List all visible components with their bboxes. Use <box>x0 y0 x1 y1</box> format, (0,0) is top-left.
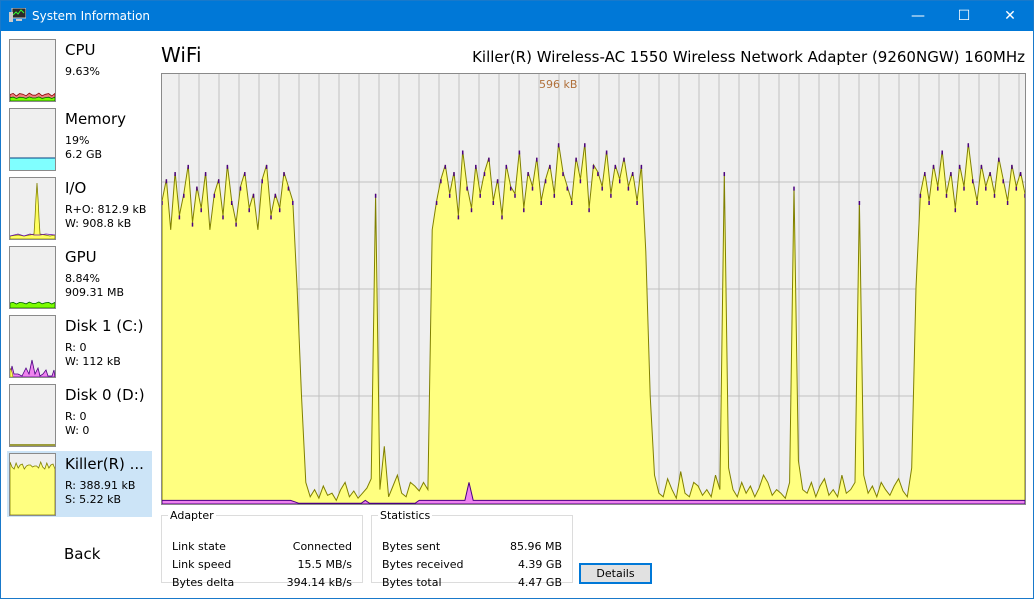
series-received-area <box>162 143 1025 504</box>
statistics-value: 4.47 GB <box>517 576 562 589</box>
sidebar-item-name: GPU <box>65 248 97 266</box>
chart-max-label: 596 kB <box>539 78 578 91</box>
statistics-row: Bytes sent 85.96 MB <box>382 540 562 556</box>
sidebar-item-io[interactable]: I/O R+O: 812.9 kB W: 908.8 kB <box>7 175 152 241</box>
adapter-value: Connected <box>292 540 352 553</box>
sidebar-item-stat1: R+O: 812.9 kB <box>65 203 147 216</box>
statistics-row: Bytes total 4.47 GB <box>382 576 562 592</box>
wifi-throughput-chart: 596 kB <box>161 73 1026 505</box>
adapter-key: Link speed <box>172 558 232 571</box>
sidebar-item-name: Disk 1 (C:) <box>65 317 144 335</box>
sidebar-item-stat2: W: 0 <box>65 424 90 437</box>
sidebar-item-stat2: W: 908.8 kB <box>65 217 132 230</box>
statistics-row: Bytes received 4.39 GB <box>382 558 562 574</box>
adapter-row: Link speed 15.5 MB/s <box>172 558 352 574</box>
statistics-value: 85.96 MB <box>509 540 562 553</box>
sidebar-item-name: Memory <box>65 110 127 128</box>
window-title: System Information <box>32 9 151 23</box>
adapter-value: 15.5 MB/s <box>297 558 352 571</box>
page-title: WiFi <box>161 43 202 67</box>
sidebar-item-stat2: 6.2 GB <box>65 148 103 161</box>
adapter-legend: Adapter <box>170 509 214 522</box>
adapter-group: Adapter Link state Connected Link speed 15… <box>161 509 363 589</box>
sidebar-item-stat1: R: 388.91 kB <box>65 479 136 492</box>
sidebar-item-stat1: 19% <box>65 134 90 147</box>
sidebar-item-stat2: W: 112 kB <box>65 355 121 368</box>
sidebar-item-stat2: 909.31 MB <box>65 286 125 299</box>
adapter-value: 394.14 kB/s <box>286 576 352 589</box>
adapter-key: Bytes delta <box>172 576 235 589</box>
sidebar-item-name: I/O <box>65 179 87 197</box>
statistics-key: Bytes received <box>382 558 464 571</box>
sidebar-item-memory[interactable]: Memory 19% 6.2 GB <box>7 106 152 172</box>
maximize-button[interactable]: ☐ <box>941 1 987 31</box>
io-thumbnail-graph <box>9 177 56 240</box>
cpu-thumbnail-graph <box>9 39 56 102</box>
statistics-legend: Statistics <box>380 509 431 522</box>
sidebar-item-stat1: R: 0 <box>65 410 87 423</box>
sidebar-item-name: Disk 0 (D:) <box>65 386 145 404</box>
adapter-key: Link state <box>172 540 226 553</box>
title-bar: System Information — ☐ ✕ <box>1 1 1033 31</box>
gpu-thumbnail-graph <box>9 246 56 309</box>
sidebar-item-wifi[interactable]: Killer(R) ... R: 388.91 kB S: 5.22 kB <box>7 451 152 517</box>
statistics-key: Bytes total <box>382 576 442 589</box>
close-icon: ✕ <box>1004 8 1016 24</box>
sidebar-item-name: Killer(R) ... <box>65 455 144 473</box>
sidebar-item-disk0[interactable]: Disk 0 (D:) R: 0 W: 0 <box>7 382 152 448</box>
close-button[interactable]: ✕ <box>987 1 1033 31</box>
wifi-thumbnail-graph <box>9 453 56 516</box>
adapter-row: Bytes delta 394.14 kB/s <box>172 576 352 592</box>
minimize-button[interactable]: — <box>895 1 941 31</box>
system-information-window: System Information — ☐ ✕ CPU 9.63% Memory 1… <box>0 0 1034 599</box>
statistics-group: Statistics Bytes sent 85.96 MB Bytes rece… <box>371 509 573 589</box>
minimize-icon: — <box>911 8 925 24</box>
sidebar-item-disk1[interactable]: Disk 1 (C:) R: 0 W: 112 kB <box>7 313 152 379</box>
memory-thumbnail-graph <box>9 108 56 171</box>
chart-plot <box>162 74 1025 504</box>
sidebar-item-stat1: R: 0 <box>65 341 87 354</box>
disk1-thumbnail-graph <box>9 315 56 378</box>
sidebar-item-gpu[interactable]: GPU 8.84% 909.31 MB <box>7 244 152 310</box>
sidebar-item-name: CPU <box>65 41 96 59</box>
disk0-thumbnail-graph <box>9 384 56 447</box>
sidebar-item-stat2: S: 5.22 kB <box>65 493 122 506</box>
maximize-icon: ☐ <box>957 8 971 24</box>
details-button[interactable]: Details <box>579 563 652 584</box>
statistics-key: Bytes sent <box>382 540 441 553</box>
system-monitor-icon <box>9 8 26 22</box>
back-button[interactable]: Back <box>64 545 100 563</box>
sidebar-item-stat1: 8.84% <box>65 272 100 285</box>
adapter-row: Link state Connected <box>172 540 352 556</box>
sidebar-item-cpu[interactable]: CPU 9.63% <box>7 37 152 103</box>
sidebar-item-stat1: 9.63% <box>65 65 100 78</box>
adapter-name: Killer(R) Wireless-AC 1550 Wireless Netw… <box>472 48 1025 66</box>
statistics-value: 4.39 GB <box>517 558 562 571</box>
